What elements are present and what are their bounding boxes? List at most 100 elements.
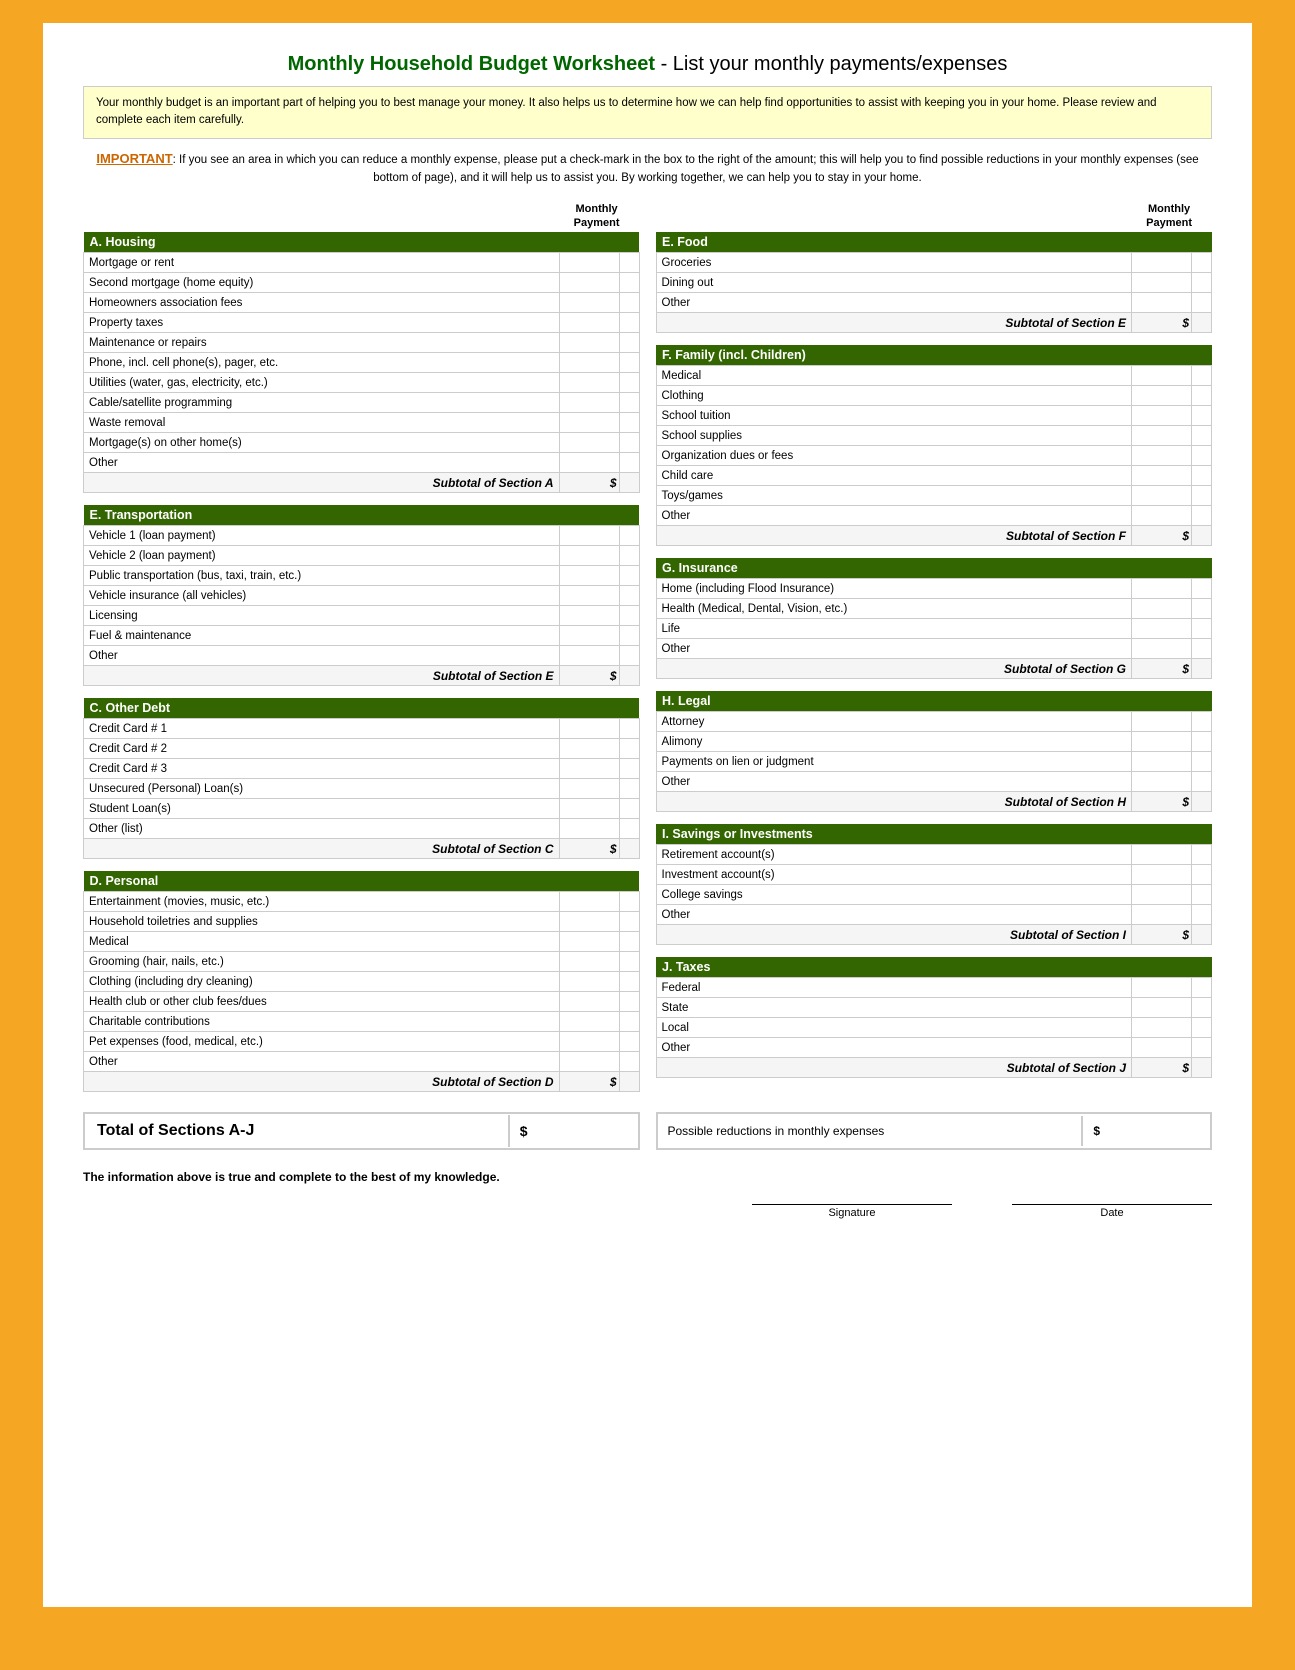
check-cell[interactable] xyxy=(619,526,639,546)
check-cell[interactable] xyxy=(619,892,639,912)
amount-cell[interactable] xyxy=(559,413,619,433)
amount-cell[interactable] xyxy=(559,1012,619,1032)
check-cell[interactable] xyxy=(619,586,639,606)
check-cell[interactable] xyxy=(1192,1038,1212,1058)
check-cell[interactable] xyxy=(619,606,639,626)
check-cell[interactable] xyxy=(1192,978,1212,998)
amount-cell[interactable] xyxy=(559,1052,619,1072)
check-cell[interactable] xyxy=(619,992,639,1012)
check-cell[interactable] xyxy=(619,719,639,739)
check-cell[interactable] xyxy=(619,626,639,646)
amount-cell[interactable] xyxy=(559,646,619,666)
amount-cell[interactable] xyxy=(559,546,619,566)
check-cell[interactable] xyxy=(1192,865,1212,885)
check-cell[interactable] xyxy=(619,646,639,666)
check-cell[interactable] xyxy=(1192,366,1212,386)
check-cell[interactable] xyxy=(619,566,639,586)
amount-cell[interactable] xyxy=(1132,253,1192,273)
amount-cell[interactable] xyxy=(1132,1018,1192,1038)
check-cell[interactable] xyxy=(1192,253,1212,273)
amount-cell[interactable] xyxy=(1132,466,1192,486)
check-cell[interactable] xyxy=(619,819,639,839)
check-cell[interactable] xyxy=(1192,639,1212,659)
amount-cell[interactable] xyxy=(1132,1038,1192,1058)
check-cell[interactable] xyxy=(619,433,639,453)
amount-cell[interactable] xyxy=(559,892,619,912)
check-cell[interactable] xyxy=(1192,426,1212,446)
check-cell[interactable] xyxy=(1192,619,1212,639)
check-cell[interactable] xyxy=(619,912,639,932)
amount-cell[interactable] xyxy=(559,353,619,373)
amount-cell[interactable] xyxy=(559,566,619,586)
amount-cell[interactable] xyxy=(1132,905,1192,925)
check-cell[interactable] xyxy=(1192,466,1212,486)
amount-cell[interactable] xyxy=(559,313,619,333)
amount-cell[interactable] xyxy=(559,433,619,453)
amount-cell[interactable] xyxy=(559,952,619,972)
check-cell[interactable] xyxy=(1192,406,1212,426)
check-cell[interactable] xyxy=(619,952,639,972)
check-cell[interactable] xyxy=(1192,1018,1212,1038)
check-cell[interactable] xyxy=(1192,386,1212,406)
amount-cell[interactable] xyxy=(559,1032,619,1052)
amount-cell[interactable] xyxy=(1132,406,1192,426)
check-cell[interactable] xyxy=(619,546,639,566)
amount-cell[interactable] xyxy=(1132,845,1192,865)
amount-cell[interactable] xyxy=(559,739,619,759)
check-cell[interactable] xyxy=(619,373,639,393)
check-cell[interactable] xyxy=(1192,486,1212,506)
check-cell[interactable] xyxy=(619,932,639,952)
check-cell[interactable] xyxy=(1192,998,1212,1018)
amount-cell[interactable] xyxy=(1132,486,1192,506)
amount-cell[interactable] xyxy=(1132,998,1192,1018)
check-cell[interactable] xyxy=(619,1012,639,1032)
check-cell[interactable] xyxy=(1192,446,1212,466)
amount-cell[interactable] xyxy=(559,719,619,739)
amount-cell[interactable] xyxy=(1132,712,1192,732)
amount-cell[interactable] xyxy=(1132,273,1192,293)
amount-cell[interactable] xyxy=(1132,639,1192,659)
check-cell[interactable] xyxy=(619,273,639,293)
amount-cell[interactable] xyxy=(1132,426,1192,446)
check-cell[interactable] xyxy=(619,1032,639,1052)
amount-cell[interactable] xyxy=(559,972,619,992)
check-cell[interactable] xyxy=(619,1052,639,1072)
amount-cell[interactable] xyxy=(559,333,619,353)
check-cell[interactable] xyxy=(1192,885,1212,905)
check-cell[interactable] xyxy=(1192,752,1212,772)
check-cell[interactable] xyxy=(619,972,639,992)
check-cell[interactable] xyxy=(619,453,639,473)
amount-cell[interactable] xyxy=(559,626,619,646)
check-cell[interactable] xyxy=(1192,506,1212,526)
amount-cell[interactable] xyxy=(559,932,619,952)
check-cell[interactable] xyxy=(1192,293,1212,313)
amount-cell[interactable] xyxy=(1132,506,1192,526)
amount-cell[interactable] xyxy=(1132,579,1192,599)
amount-cell[interactable] xyxy=(1132,978,1192,998)
amount-cell[interactable] xyxy=(1132,885,1192,905)
check-cell[interactable] xyxy=(619,739,639,759)
amount-cell[interactable] xyxy=(1132,772,1192,792)
signature-field[interactable]: Signature xyxy=(752,1204,952,1219)
check-cell[interactable] xyxy=(1192,579,1212,599)
amount-cell[interactable] xyxy=(559,393,619,413)
check-cell[interactable] xyxy=(1192,712,1212,732)
amount-cell[interactable] xyxy=(1132,599,1192,619)
amount-cell[interactable] xyxy=(559,373,619,393)
check-cell[interactable] xyxy=(1192,732,1212,752)
amount-cell[interactable] xyxy=(559,273,619,293)
amount-cell[interactable] xyxy=(1132,752,1192,772)
amount-cell[interactable] xyxy=(559,992,619,1012)
check-cell[interactable] xyxy=(1192,905,1212,925)
amount-cell[interactable] xyxy=(1132,865,1192,885)
check-cell[interactable] xyxy=(1192,273,1212,293)
amount-cell[interactable] xyxy=(1132,366,1192,386)
amount-cell[interactable] xyxy=(559,912,619,932)
amount-cell[interactable] xyxy=(559,606,619,626)
check-cell[interactable] xyxy=(619,293,639,313)
total-amount-field[interactable] xyxy=(538,1123,638,1139)
amount-cell[interactable] xyxy=(1132,293,1192,313)
check-cell[interactable] xyxy=(619,413,639,433)
check-cell[interactable] xyxy=(619,313,639,333)
amount-cell[interactable] xyxy=(559,453,619,473)
